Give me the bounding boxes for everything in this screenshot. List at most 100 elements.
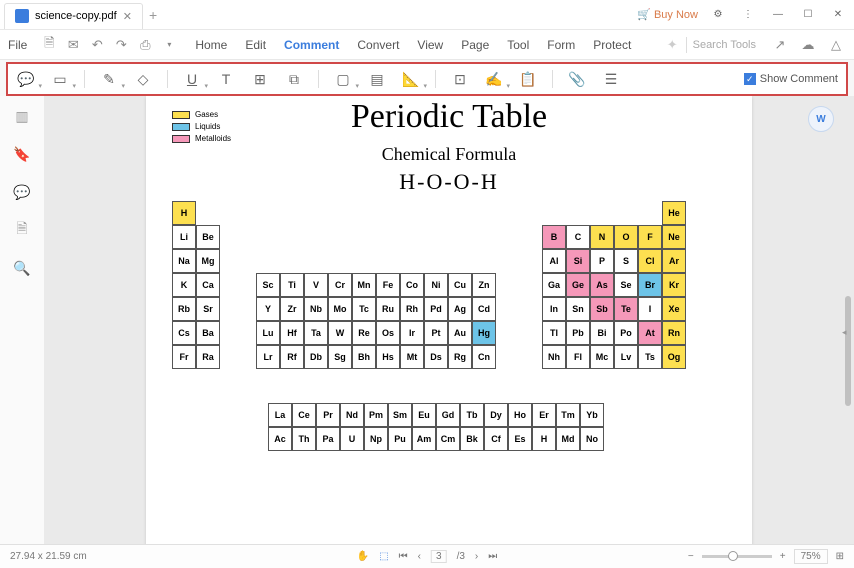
print-icon[interactable]: ⎙ (135, 35, 155, 55)
attachments-panel-icon[interactable]: 🗎 (12, 220, 32, 240)
element-Lr: Lr (256, 345, 280, 369)
word-export-badge[interactable]: W (808, 106, 834, 132)
buy-now-link[interactable]: 🛒 Buy Now (637, 8, 698, 21)
close-window-icon[interactable]: ✕ (828, 5, 848, 25)
file-menu[interactable]: File (8, 38, 27, 52)
page-number-input[interactable]: 3 (431, 550, 447, 563)
measure-tool-icon[interactable]: 📐 (401, 69, 421, 89)
settings-icon[interactable]: ⚙ (708, 5, 728, 25)
element-Sm: Sm (388, 403, 412, 427)
page-subtitle: Chemical Formula (172, 144, 726, 165)
zoom-out-icon[interactable]: − (688, 551, 694, 562)
element-Ho: Ho (508, 403, 532, 427)
expand-right-icon[interactable]: ◂ (842, 320, 852, 344)
collapse-ribbon-icon[interactable]: △ (826, 35, 846, 55)
element-Dy: Dy (484, 403, 508, 427)
minimize-icon[interactable]: — (768, 5, 788, 25)
element-Pd: Pd (424, 297, 448, 321)
underline-tool-icon[interactable]: U (182, 69, 202, 89)
element-H: H (172, 201, 196, 225)
more-icon[interactable]: ⋮ (738, 5, 758, 25)
element-U: U (340, 427, 364, 451)
page-total: /3 (457, 551, 465, 562)
list-tool-icon[interactable]: ☰ (601, 69, 621, 89)
callout-tool-icon[interactable]: ⧉ (284, 69, 304, 89)
save-icon[interactable]: 🗎 (39, 35, 59, 55)
fit-page-icon[interactable]: ⊞ (836, 551, 844, 562)
zoom-in-icon[interactable]: + (780, 551, 786, 562)
show-comment-checkbox[interactable]: ✓ (744, 73, 756, 85)
close-tab-icon[interactable]: ✕ (123, 10, 132, 23)
highlight-tool-icon[interactable]: ▭ (50, 69, 70, 89)
menu-form[interactable]: Form (547, 38, 575, 52)
element-O: O (614, 225, 638, 249)
element-Ni: Ni (424, 273, 448, 297)
element-No: No (580, 427, 604, 451)
clipboard-icon[interactable]: 📋 (518, 69, 538, 89)
select-tool-icon[interactable]: ⬚ (379, 551, 388, 562)
menu-view[interactable]: View (417, 38, 443, 52)
element-Nh: Nh (542, 345, 566, 369)
prev-page-icon[interactable]: ‹ (418, 551, 421, 562)
element-Bh: Bh (352, 345, 376, 369)
menu-page[interactable]: Page (461, 38, 489, 52)
document-tab[interactable]: science-copy.pdf ✕ (4, 3, 143, 29)
maximize-icon[interactable]: ☐ (798, 5, 818, 25)
menu-tool[interactable]: Tool (507, 38, 529, 52)
mail-icon[interactable]: ✉ (63, 35, 83, 55)
show-comment-label: Show Comment (760, 73, 838, 85)
redo-icon[interactable]: ↷ (111, 35, 131, 55)
thumbnails-icon[interactable]: ▥ (12, 106, 32, 126)
cloud-icon[interactable]: ☁ (798, 35, 818, 55)
comment-box-icon[interactable]: ▤ (367, 69, 387, 89)
document-canvas[interactable]: GasesLiquidsMetalloids Periodic Table Ch… (44, 96, 854, 544)
menu-convert[interactable]: Convert (357, 38, 399, 52)
element-N: N (590, 225, 614, 249)
search-panel-icon[interactable]: 🔍 (12, 258, 32, 278)
element-Tm: Tm (556, 403, 580, 427)
eraser-tool-icon[interactable]: ◇ (133, 69, 153, 89)
element-Hg: Hg (472, 321, 496, 345)
menu-protect[interactable]: Protect (593, 38, 631, 52)
element-Rb: Rb (172, 297, 196, 321)
bookmarks-icon[interactable]: 🔖 (12, 144, 32, 164)
element-Er: Er (532, 403, 556, 427)
attach-tool-icon[interactable]: 📎 (567, 69, 587, 89)
add-tab-icon[interactable]: + (149, 7, 157, 23)
last-page-icon[interactable]: ⏭ (488, 551, 497, 562)
menu-edit[interactable]: Edit (245, 38, 266, 52)
element-Ne: Ne (662, 225, 686, 249)
element-Ga: Ga (542, 273, 566, 297)
textbox-tool-icon[interactable]: ⊞ (250, 69, 270, 89)
note-tool-icon[interactable]: 💬 (16, 69, 36, 89)
search-input[interactable]: Search Tools (686, 37, 762, 53)
element-C: C (566, 225, 590, 249)
pencil-tool-icon[interactable]: ✎ (99, 69, 119, 89)
print-dropdown-icon[interactable]: ▾ (159, 35, 179, 55)
element-B: B (542, 225, 566, 249)
element-Cn: Cn (472, 345, 496, 369)
signature-tool-icon[interactable]: ✍ (484, 69, 504, 89)
element-Y: Y (256, 297, 280, 321)
element-Ce: Ce (292, 403, 316, 427)
hand-tool-icon[interactable]: ✋ (357, 551, 369, 562)
stamp-tool-icon[interactable]: ⊡ (450, 69, 470, 89)
comments-panel-icon[interactable]: 💬 (12, 182, 32, 202)
menu-comment[interactable]: Comment (284, 38, 339, 52)
element-Mc: Mc (590, 345, 614, 369)
zoom-slider[interactable] (702, 555, 772, 558)
next-page-icon[interactable]: › (475, 551, 478, 562)
share-icon[interactable]: ↗ (770, 35, 790, 55)
element-Si: Si (566, 249, 590, 273)
shape-tool-icon[interactable]: ▢ (333, 69, 353, 89)
first-page-icon[interactable]: ⏮ (399, 551, 408, 562)
text-tool-icon[interactable]: T (216, 69, 236, 89)
menu-home[interactable]: Home (195, 38, 227, 52)
element-Mg: Mg (196, 249, 220, 273)
magic-icon[interactable]: ✦ (667, 37, 678, 53)
element-Ca: Ca (196, 273, 220, 297)
undo-icon[interactable]: ↶ (87, 35, 107, 55)
element-Fr: Fr (172, 345, 196, 369)
element-Pr: Pr (316, 403, 340, 427)
element-Am: Am (412, 427, 436, 451)
